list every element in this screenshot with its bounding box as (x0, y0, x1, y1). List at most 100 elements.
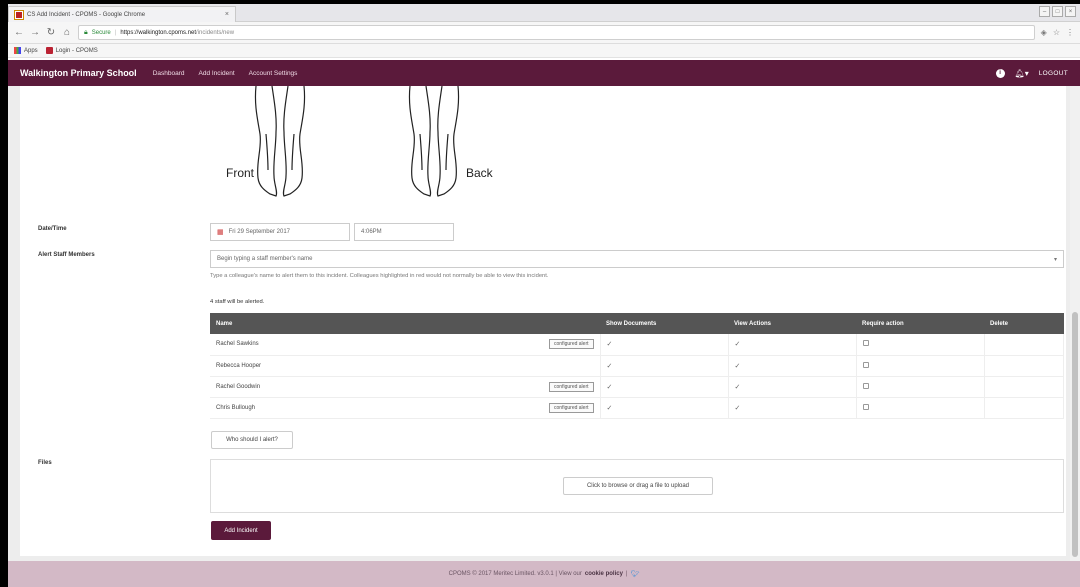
view-actions-cell[interactable]: ✓ (728, 355, 857, 377)
delete-cell[interactable] (984, 334, 1064, 356)
tab-close-icon[interactable]: × (225, 11, 229, 18)
browser-tab[interactable]: CS Add Incident - CPOMS - Google Chrome … (8, 6, 236, 22)
header-view-actions: View Actions (728, 313, 856, 334)
show-documents-cell[interactable]: ✓ (600, 334, 729, 356)
logout-link[interactable]: LOGOUT (1039, 70, 1068, 77)
datetime-label: Date/Time (38, 226, 67, 232)
star-icon[interactable]: ☆ (1053, 28, 1060, 37)
bookmark-label: Apps (24, 47, 38, 54)
page-scrollbar[interactable] (1070, 86, 1080, 561)
bookmark-apps[interactable]: Apps (14, 47, 38, 54)
navbar-right: i 🔔︎▾ LOGOUT (995, 68, 1068, 78)
calendar-icon: ▦ (217, 229, 224, 236)
window-controls: – □ × (1039, 6, 1076, 17)
nav-dashboard[interactable]: Dashboard (153, 70, 185, 77)
staff-name-cell: Rachel Sawkins configured alert (210, 334, 601, 356)
front-label: Front (226, 166, 255, 180)
cpoms-bookmark-icon (45, 47, 53, 54)
view-actions-cell[interactable]: ✓ (728, 397, 857, 419)
table-row: Chris Bullough configured alert ✓ ✓ (210, 397, 1064, 419)
table-row: Rebecca Hooper ✓ ✓ (210, 355, 1064, 377)
checkmark-icon[interactable]: ✓ (735, 341, 741, 348)
date-input[interactable]: ▦ Fri 29 September 2017 (210, 223, 350, 241)
date-value: Fri 29 September 2017 (228, 229, 290, 235)
view-actions-cell[interactable]: ✓ (728, 334, 857, 356)
upload-file-button[interactable]: Click to browse or drag a file to upload (563, 477, 713, 495)
require-action-cell[interactable] (856, 376, 985, 398)
school-brand[interactable]: Walkington Primary School (20, 68, 137, 78)
forward-icon[interactable]: → (30, 27, 40, 38)
staff-name-cell: Rachel Goodwin configured alert (210, 376, 601, 398)
twitter-icon[interactable]: 🐦︎ (630, 570, 639, 578)
checkmark-icon[interactable]: ✓ (735, 363, 741, 370)
body-map-diagram[interactable] (20, 86, 1066, 204)
home-icon[interactable]: ⌂ (62, 27, 72, 38)
staff-name-cell: Chris Bullough configured alert (210, 397, 601, 419)
who-should-i-alert-button[interactable]: Who should I alert? (211, 431, 293, 449)
bookmark-label: Login - CPOMS (55, 47, 98, 54)
staff-help-text: Type a colleague's name to alert them to… (210, 273, 549, 279)
header-require-action: Require action (856, 313, 984, 334)
require-action-checkbox[interactable] (862, 382, 869, 389)
table-header-row: Name Show Documents View Actions Require… (210, 313, 1064, 334)
checkmark-icon[interactable]: ✓ (735, 405, 741, 412)
staff-name-cell: Rebecca Hooper (210, 355, 601, 377)
bell-dropdown-icon[interactable]: 🔔︎▾ (1015, 69, 1029, 78)
require-action-cell[interactable] (856, 355, 985, 377)
alert-staff-table: Name Show Documents View Actions Require… (210, 313, 1064, 419)
staff-name: Rachel Goodwin (216, 383, 261, 390)
maximize-icon[interactable]: □ (1052, 6, 1063, 17)
view-actions-cell[interactable]: ✓ (728, 376, 857, 398)
nav-account-settings[interactable]: Account Settings (249, 70, 298, 77)
scrollbar-thumb[interactable] (1072, 312, 1078, 557)
show-documents-cell[interactable]: ✓ (600, 376, 729, 398)
file-dropzone[interactable]: Click to browse or drag a file to upload (210, 459, 1064, 513)
bookmarks-bar: Apps Login - CPOMS (8, 44, 1080, 58)
require-action-checkbox[interactable] (862, 361, 869, 368)
require-action-checkbox[interactable] (862, 403, 869, 410)
show-documents-cell[interactable]: ✓ (600, 397, 729, 419)
url-input[interactable]: 🔒︎ Secure | https://walkington.cpoms.net… (78, 25, 1035, 40)
add-incident-button[interactable]: Add Incident (211, 521, 271, 540)
extension-icon[interactable]: ◈ (1041, 28, 1047, 37)
dropdown-arrow-icon[interactable]: ▾ (1054, 256, 1057, 263)
header-show-documents: Show Documents (600, 313, 728, 334)
checkmark-icon[interactable]: ✓ (735, 384, 741, 391)
checkmark-icon[interactable]: ✓ (607, 405, 613, 412)
browser-window: CS Add Incident - CPOMS - Google Chrome … (8, 4, 1080, 587)
cookie-policy-link[interactable]: cookie policy (585, 571, 623, 577)
nav-add-incident[interactable]: Add Incident (199, 70, 235, 77)
require-action-cell[interactable] (856, 397, 985, 419)
delete-cell[interactable] (984, 355, 1064, 377)
lock-icon: 🔒︎ (84, 28, 88, 36)
staff-search-input[interactable]: Begin typing a staff member's name ▾ (210, 250, 1064, 268)
app-navbar: Walkington Primary School Dashboard Add … (8, 60, 1080, 86)
url-host: https://walkington.cpoms.net (120, 29, 197, 36)
delete-cell[interactable] (984, 397, 1064, 419)
front-legs-outline (254, 86, 306, 197)
bookmark-login[interactable]: Login - CPOMS (45, 47, 98, 54)
close-window-icon[interactable]: × (1065, 6, 1076, 17)
url-separator: | (114, 29, 117, 36)
show-documents-cell[interactable]: ✓ (600, 355, 729, 377)
header-name: Name (210, 313, 600, 334)
checkmark-icon[interactable]: ✓ (607, 363, 613, 370)
checkmark-icon[interactable]: ✓ (607, 384, 613, 391)
time-input[interactable]: 4:06PM (354, 223, 454, 241)
reload-icon[interactable]: ↻ (46, 27, 56, 38)
header-delete: Delete (984, 313, 1064, 334)
menu-dots-icon[interactable]: ⋮ (1066, 28, 1074, 37)
info-icon[interactable]: i (995, 68, 1005, 78)
minimize-icon[interactable]: – (1039, 6, 1050, 17)
footer-copyright: CPOMS © 2017 Meritec Limited. v3.0.1 | V… (448, 571, 582, 577)
require-action-checkbox[interactable] (862, 340, 869, 347)
delete-cell[interactable] (984, 376, 1064, 398)
files-label: Files (38, 460, 52, 466)
time-value: 4:06PM (361, 229, 382, 235)
footer-separator: | (625, 571, 628, 577)
secure-label: Secure (91, 29, 111, 36)
require-action-cell[interactable] (856, 334, 985, 356)
back-icon[interactable]: ← (14, 27, 24, 38)
back-legs-outline (408, 86, 460, 197)
checkmark-icon[interactable]: ✓ (607, 341, 613, 348)
